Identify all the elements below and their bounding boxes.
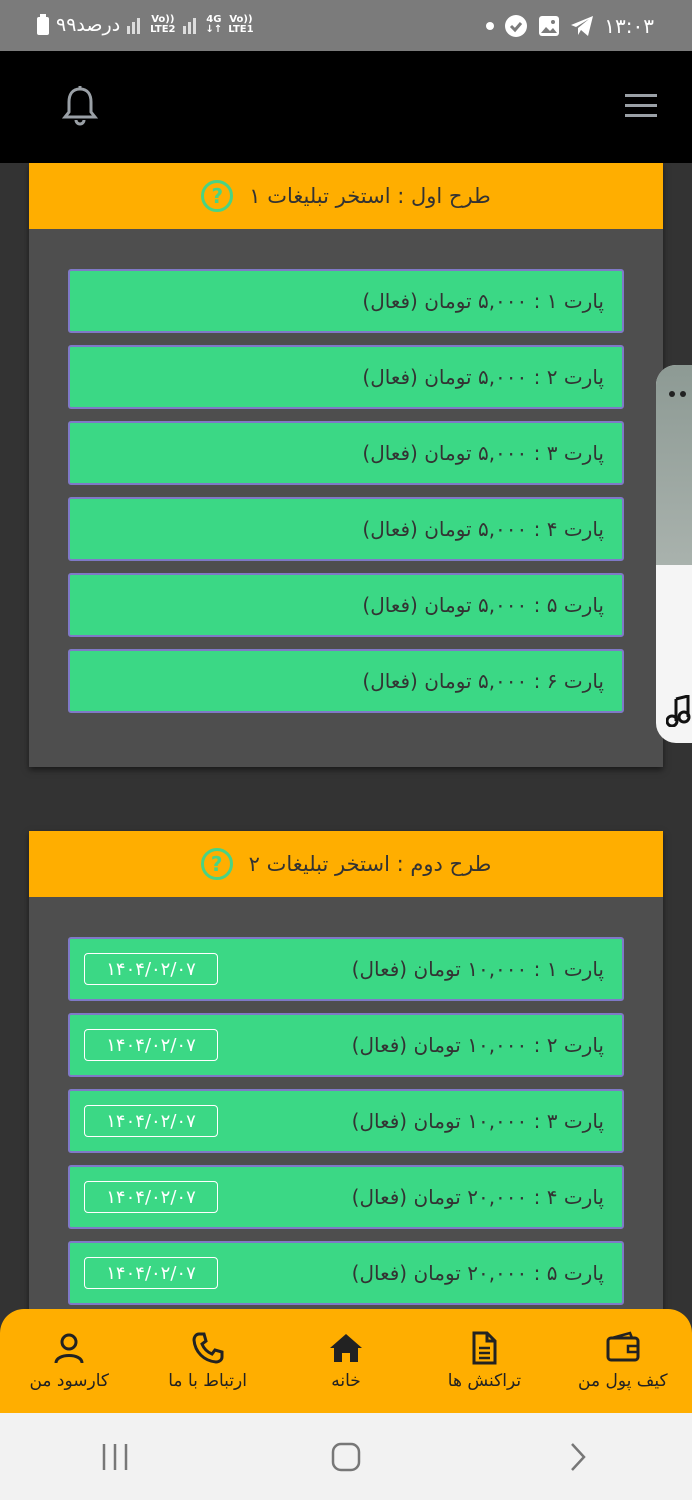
nav-transactions-label: تراکنش ها (447, 1371, 522, 1391)
back-icon[interactable] (562, 1442, 592, 1472)
part-button[interactable]: پارت ۱ : ۵,۰۰۰ تومان (فعال) (68, 269, 624, 333)
part-button[interactable]: پارت ۵ : ۵,۰۰۰ تومان (فعال) (68, 573, 624, 637)
nav-transactions[interactable]: تراکنش ها (415, 1309, 553, 1413)
plan-1-panel: طرح اول : استخر تبلیغات ۱ ? پارت ۱ : ۵,۰… (29, 163, 663, 767)
nav-wallet-label: کیف پول من (578, 1371, 668, 1391)
part-date: ۱۴۰۴/۰۲/۰۷ (84, 1257, 218, 1289)
part-label: پارت ۳ : ۱۰,۰۰۰ تومان (فعال) (351, 1109, 604, 1133)
shield-check-icon (505, 15, 528, 37)
part-button[interactable]: پارت ۲ : ۱۰,۰۰۰ تومان (فعال) ۱۴۰۴/۰۲/۰۷ (68, 1013, 624, 1077)
part-button[interactable]: پارت ۳ : ۵,۰۰۰ تومان (فعال) (68, 421, 624, 485)
part-button[interactable]: پارت ۵ : ۲۰,۰۰۰ تومان (فعال) ۱۴۰۴/۰۲/۰۷ (68, 1241, 624, 1305)
question-icon[interactable]: ? (200, 848, 233, 880)
music-note-icon (666, 695, 691, 727)
phone-icon (192, 1332, 224, 1364)
part-date: ۱۴۰۴/۰۲/۰۷ (84, 1181, 218, 1213)
nav-home[interactable]: خانه (277, 1309, 415, 1413)
part-label: پارت ۶ : ۵,۰۰۰ تومان (فعال) (362, 669, 604, 693)
plan-2-panel: طرح دوم : استخر تبلیغات ۲ ? پارت ۱ : ۱۰,… (29, 831, 663, 1309)
nav-contact-label: ارتباط با ما (168, 1371, 247, 1391)
part-button[interactable]: پارت ۱ : ۱۰,۰۰۰ تومان (فعال) ۱۴۰۴/۰۲/۰۷ (68, 937, 624, 1001)
nav-profile[interactable]: کارسود من (0, 1309, 138, 1413)
recent-apps-icon[interactable] (100, 1442, 130, 1472)
network-lte1: Vo)) LTE1 (228, 14, 254, 35)
system-nav-bar (0, 1413, 692, 1500)
signal-icon (182, 18, 196, 34)
document-icon (472, 1331, 497, 1365)
part-button[interactable]: پارت ۴ : ۲۰,۰۰۰ تومان (فعال) ۱۴۰۴/۰۲/۰۷ (68, 1165, 624, 1229)
nav-home-label: خانه (331, 1371, 361, 1391)
plan-1-title: طرح اول : استخر تبلیغات ۱ (249, 184, 491, 208)
part-label: پارت ۲ : ۱۰,۰۰۰ تومان (فعال) (351, 1033, 604, 1057)
floating-side-handle[interactable] (656, 365, 692, 743)
part-label: پارت ۵ : ۲۰,۰۰۰ تومان (فعال) (351, 1261, 604, 1285)
nav-wallet[interactable]: کیف پول من (554, 1309, 692, 1413)
part-button[interactable]: پارت ۴ : ۵,۰۰۰ تومان (فعال) (68, 497, 624, 561)
wallet-icon (606, 1331, 640, 1362)
gallery-icon (539, 16, 560, 36)
part-label: پارت ۴ : ۲۰,۰۰۰ تومان (فعال) (351, 1185, 604, 1209)
part-label: پارت ۲ : ۵,۰۰۰ تومان (فعال) (362, 365, 604, 389)
part-label: پارت ۱ : ۱۰,۰۰۰ تومان (فعال) (351, 957, 604, 981)
content-scroll[interactable]: طرح اول : استخر تبلیغات ۱ ? پارت ۱ : ۵,۰… (0, 163, 692, 1309)
part-button[interactable]: پارت ۶ : ۵,۰۰۰ تومان (فعال) (68, 649, 624, 713)
plan-1-header: طرح اول : استخر تبلیغات ۱ ? (29, 163, 663, 229)
part-label: پارت ۱ : ۵,۰۰۰ تومان (فعال) (362, 289, 604, 313)
part-button[interactable]: پارت ۲ : ۵,۰۰۰ تومان (فعال) (68, 345, 624, 409)
more-dots-icon (669, 391, 686, 397)
part-label: پارت ۵ : ۵,۰۰۰ تومان (فعال) (362, 593, 604, 617)
plan-2-header: طرح دوم : استخر تبلیغات ۲ ? (29, 831, 663, 897)
plan-2-parts: پارت ۱ : ۱۰,۰۰۰ تومان (فعال) ۱۴۰۴/۰۲/۰۷ پ… (29, 897, 663, 1309)
status-right: ۱۳:۰۳ (486, 14, 654, 38)
part-date: ۱۴۰۴/۰۲/۰۷ (84, 1105, 218, 1137)
notification-dot-icon (486, 22, 495, 30)
plan-1-parts: پارت ۱ : ۵,۰۰۰ تومان (فعال) پارت ۲ : ۵,۰… (29, 229, 663, 767)
signal-icon (127, 18, 141, 34)
side-handle-top (656, 365, 692, 565)
part-date: ۱۴۰۴/۰۲/۰۷ (84, 953, 218, 985)
user-icon (54, 1333, 84, 1364)
status-left: ۹۹درصد Vo)) LTE2 4G ↓↑ Vo)) LTE1 (36, 14, 254, 36)
status-bar: ۹۹درصد Vo)) LTE2 4G ↓↑ Vo)) LTE1 ۱۳:۰۳ (0, 0, 692, 51)
telegram-icon (571, 16, 594, 36)
question-icon[interactable]: ? (201, 180, 234, 212)
network-4g: 4G ↓↑ (205, 14, 223, 35)
part-label: پارت ۴ : ۵,۰۰۰ تومان (فعال) (362, 517, 604, 541)
network-lte2: Vo)) LTE2 (150, 14, 176, 35)
battery-text: ۹۹درصد (56, 14, 121, 36)
home-button-icon[interactable] (331, 1442, 361, 1472)
app-header (0, 51, 692, 163)
hamburger-menu-icon[interactable] (625, 93, 657, 119)
nav-contact[interactable]: ارتباط با ما (138, 1309, 276, 1413)
bottom-nav: کارسود من ارتباط با ما خانه تراکنش ها کی… (0, 1309, 692, 1413)
part-label: پارت ۳ : ۵,۰۰۰ تومان (فعال) (362, 441, 604, 465)
plan-2-title: طرح دوم : استخر تبلیغات ۲ (248, 852, 492, 876)
part-button[interactable]: پارت ۳ : ۱۰,۰۰۰ تومان (فعال) ۱۴۰۴/۰۲/۰۷ (68, 1089, 624, 1153)
home-icon (330, 1334, 363, 1362)
nav-profile-label: کارسود من (29, 1371, 109, 1391)
clock: ۱۳:۰۳ (604, 14, 654, 38)
part-date: ۱۴۰۴/۰۲/۰۷ (84, 1029, 218, 1061)
battery-icon (37, 14, 49, 35)
bell-icon[interactable] (61, 85, 99, 127)
